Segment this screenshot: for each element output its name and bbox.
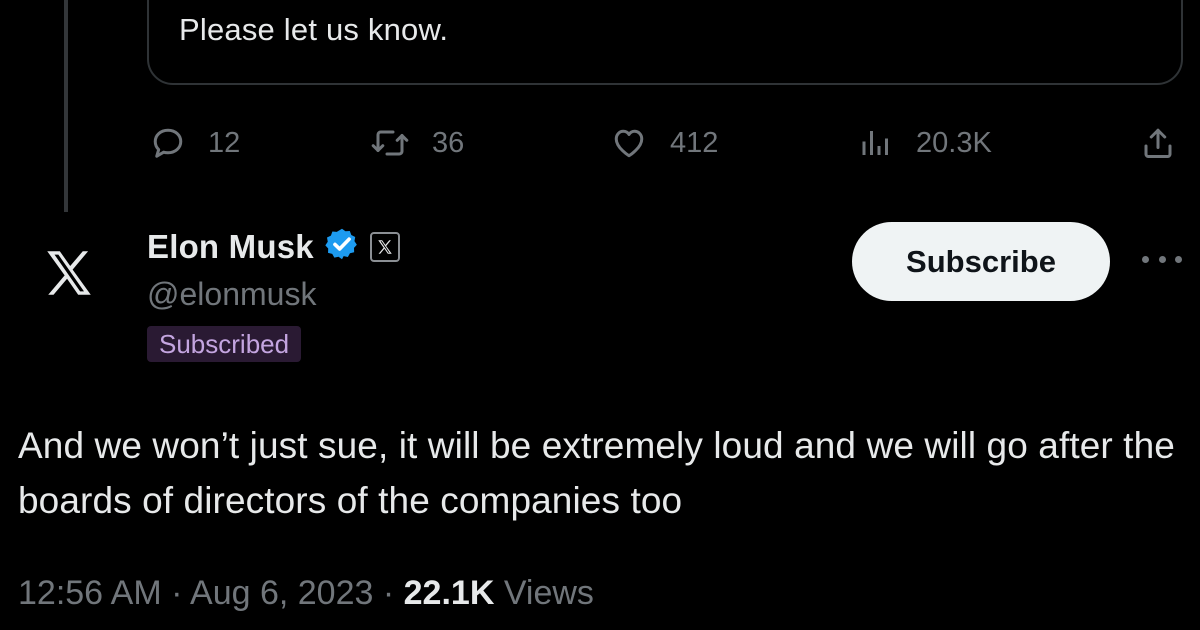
author-name-row: Elon Musk — [147, 226, 400, 267]
tweet-views-label: Views — [503, 574, 594, 612]
more-icon[interactable] — [1142, 244, 1182, 274]
x-logo-icon[interactable] — [40, 244, 98, 302]
meta-separator: · — [382, 574, 395, 612]
x-affiliate-badge-icon[interactable] — [369, 231, 400, 262]
reply-count: 12 — [208, 126, 241, 159]
repost-count: 36 — [432, 126, 465, 159]
author-handle[interactable]: @elonmusk — [147, 276, 316, 313]
repost-icon — [370, 125, 410, 161]
tweet-meta-row: 12:56 AM · Aug 6, 2023 · 22.1K Views — [18, 574, 594, 613]
verified-badge-icon[interactable] — [324, 226, 360, 267]
like-button[interactable]: 412 — [610, 118, 718, 168]
tweet-time[interactable]: 12:56 AM — [18, 574, 162, 612]
meta-separator: · — [171, 574, 183, 612]
share-icon — [1140, 124, 1176, 162]
repost-button[interactable]: 36 — [370, 118, 464, 168]
like-icon — [610, 125, 648, 161]
tweet-text: And we won’t just sue, it will be extrem… — [18, 425, 1175, 521]
tweet-date[interactable]: Aug 6, 2023 — [190, 574, 373, 612]
share-button[interactable] — [1140, 118, 1176, 168]
subscribe-button[interactable]: Subscribe — [852, 222, 1110, 301]
quoted-tweet-text: Please let us know. — [179, 12, 449, 47]
like-count: 412 — [670, 126, 719, 159]
thread-connector-line — [64, 0, 68, 212]
reply-icon — [150, 125, 186, 161]
tweet-views-count: 22.1K — [403, 574, 495, 612]
views-button[interactable]: 20.3K — [858, 118, 992, 168]
author-display-name[interactable]: Elon Musk — [147, 228, 314, 266]
views-icon — [858, 125, 894, 161]
tweet-action-bar: 12 36 412 20.3K — [0, 118, 1200, 168]
subscribed-badge: Subscribed — [147, 326, 302, 362]
reply-button[interactable]: 12 — [150, 118, 240, 168]
views-count: 20.3K — [916, 126, 992, 159]
